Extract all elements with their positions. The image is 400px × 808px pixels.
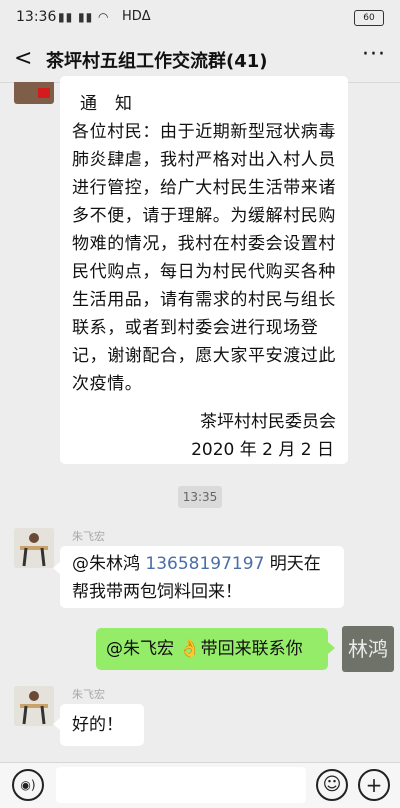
bubble-tail — [53, 562, 60, 574]
avatar[interactable] — [14, 82, 54, 104]
mention-text: @朱林鸿 — [72, 554, 146, 574]
message-bubble[interactable]: @朱林鸿 13658197197 明天在帮我带两包饲料回来！ — [60, 546, 344, 608]
voice-icon[interactable]: ◉) — [12, 769, 44, 801]
avatar[interactable] — [14, 686, 54, 726]
plus-icon[interactable]: + — [358, 769, 390, 801]
avatar[interactable] — [14, 528, 54, 568]
battery-icon: 60 — [354, 10, 384, 26]
emoji-icon[interactable]: ☺ — [316, 769, 348, 801]
sender-name: 朱飞宏 — [72, 530, 105, 543]
status-time: 13:36 — [16, 9, 57, 25]
message-timestamp: 13:35 — [178, 486, 222, 508]
message-bubble[interactable]: 好的！ — [60, 704, 144, 746]
input-bar: ◉) ☺ + — [0, 762, 400, 808]
my-avatar[interactable]: 林鸿 — [342, 626, 394, 672]
phone-link[interactable]: 13658197197 — [145, 554, 264, 574]
network-label: HDΔ — [122, 9, 151, 24]
bubble-tail — [53, 718, 60, 730]
message-text: 好的！ — [72, 715, 123, 735]
message-text: @朱飞宏 👌带回来联系你 — [106, 635, 303, 663]
avatar-photo — [14, 686, 54, 726]
message-text-rest: 带回来联系你 — [200, 639, 303, 659]
notice-message-bubble[interactable]: 通知 各位村民：由于近期新型冠状病毒肺炎肆虐，我村严格对出入村人员进行管控，给广… — [60, 76, 348, 464]
my-message-bubble[interactable]: @朱飞宏 👌带回来联系你 — [96, 628, 328, 670]
signal-icon: ▮▮ ▮▮ ◠ — [58, 10, 110, 24]
flag-icon — [38, 88, 50, 98]
ok-hand-icon: 👌 — [179, 639, 201, 659]
status-bar: 13:36 ▮▮ ▮▮ ◠ HDΔ 60 — [0, 0, 400, 36]
notice-signature: 茶坪村村民委员会 — [200, 412, 336, 432]
message-input[interactable] — [56, 767, 306, 803]
more-icon[interactable]: ··· — [362, 42, 386, 67]
chat-title: 茶坪村五组工作交流群(41) — [46, 51, 268, 72]
mention-text: @朱飞宏 — [106, 639, 180, 659]
notice-date: 2020 年 2 月 2 日 — [191, 440, 334, 460]
sender-name: 朱飞宏 — [72, 688, 105, 701]
message-text: @朱林鸿 13658197197 明天在帮我带两包饲料回来！ — [72, 550, 334, 606]
notice-body: 各位村民：由于近期新型冠状病毒肺炎肆虐，我村严格对出入村人员进行管控，给广大村民… — [72, 122, 336, 394]
notice-title: 通知 — [80, 94, 150, 114]
avatar-photo — [14, 528, 54, 568]
bubble-tail — [328, 642, 335, 654]
back-icon[interactable]: < — [14, 46, 32, 71]
